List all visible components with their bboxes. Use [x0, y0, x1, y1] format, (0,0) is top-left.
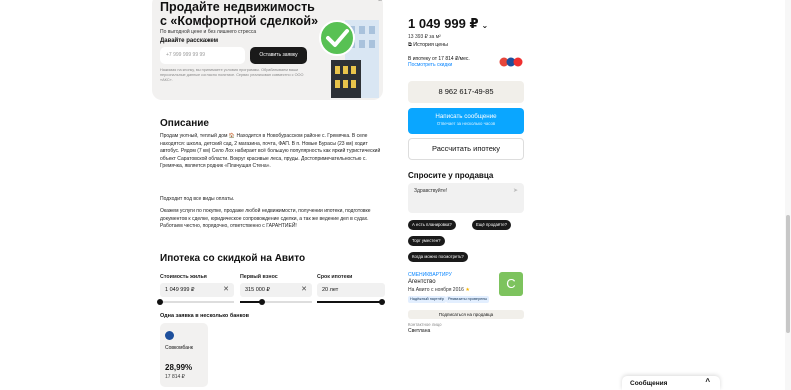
write-message-sublabel: Отвечает за несколько часов: [436, 121, 496, 126]
bank-logos-icon: [499, 57, 523, 67]
calculate-mortgage-button[interactable]: Рассчитать ипотеку: [408, 138, 524, 160]
down-payment-field-value: 315 000 ₽: [245, 287, 270, 293]
down-payment-field[interactable]: 315 000 ₽ ✕: [240, 283, 312, 297]
promo-banner: Продайте недвижимость с «Комфортной сдел…: [152, 0, 383, 100]
bank-rate: 28,99%: [165, 363, 193, 372]
seller-type: Агентство: [408, 279, 436, 285]
promo-subtitle: По выгодной цене и без лишнего стресса: [160, 29, 257, 35]
close-icon[interactable]: ×: [378, 0, 382, 4]
bank-card[interactable]: Совкомбанк 28,99% 17 814 ₽: [160, 323, 208, 387]
price-value: 1 049 999 ₽: [408, 16, 479, 31]
scrollbar-thumb[interactable]: [786, 215, 790, 333]
mortgage-discount-link[interactable]: Посмотреть скидки: [408, 62, 452, 68]
show-phone-button[interactable]: 8 962 617-49-85: [408, 81, 524, 103]
price[interactable]: 1 049 999 ₽ ⌄: [408, 16, 488, 32]
description-paragraph-3: Окажем услуги по покупке, продаже любой …: [160, 208, 371, 230]
description-paragraph-2: Подходит под все виды оплаты.: [160, 196, 235, 202]
price-slider-handle[interactable]: [157, 298, 163, 305]
term-field[interactable]: 20 лет: [317, 283, 385, 297]
description-paragraph-1: Продам уютный, теплый дом 🏠 Находится в …: [160, 133, 381, 170]
messages-label: Сообщения: [630, 380, 668, 387]
clear-icon[interactable]: ✕: [223, 283, 229, 297]
price-history-link[interactable]: ⧉ История цены: [408, 42, 448, 49]
seller-since-text: На Авито с ноября 2016: [408, 287, 464, 293]
banks-title: Одна заявка в несколько банков: [160, 313, 250, 319]
quick-question-chip[interactable]: Ещё продаёте?: [472, 220, 511, 230]
price-history-label: История цены: [413, 42, 448, 48]
seller-avatar[interactable]: С: [499, 272, 523, 296]
listing-page: Продайте недвижимость с «Комфортной сдел…: [0, 0, 791, 390]
price-slider[interactable]: [157, 298, 234, 305]
down-payment-slider-handle[interactable]: [258, 298, 265, 305]
chevron-up-icon[interactable]: ^: [705, 377, 710, 386]
quick-question-chip[interactable]: Торг уместен?: [408, 236, 445, 246]
trusted-partner-badge: Надёжный партнёр: [408, 296, 446, 303]
bank-name: Совкомбанк: [165, 345, 193, 351]
promo-legal-text: Нажимая на кнопку, вы принимаете условия…: [160, 68, 304, 82]
seller-since: На Авито с ноября 2016 ★: [408, 287, 470, 293]
mortgage-calculator-title: Ипотека со скидкой на Авито: [160, 253, 306, 264]
bank-logo-icon: [165, 331, 174, 340]
description-title: Описание: [160, 118, 209, 129]
price-field[interactable]: 1 049 999 ₽ ✕: [160, 283, 234, 297]
term-slider-handle[interactable]: [378, 298, 385, 305]
verified-badge: Реквизиты проверены: [446, 296, 490, 303]
bank-payment: 17 814 ₽: [165, 374, 185, 380]
house-check-illustration: [319, 20, 379, 98]
star-icon: ★: [465, 287, 470, 293]
promo-title: Продайте недвижимость с «Комфортной сдел…: [160, 0, 319, 28]
term-slider-fill: [317, 301, 382, 303]
send-icon[interactable]: ➤: [513, 187, 518, 194]
quick-question-chip[interactable]: Когда можно посмотреть?: [408, 252, 468, 262]
contact-person-name: Светлана: [408, 328, 431, 334]
down-payment-slider[interactable]: [240, 298, 312, 305]
price-label: Стоимость жилья: [160, 274, 207, 280]
messages-widget[interactable]: Сообщения ^: [622, 376, 720, 390]
contact-person-label: Контактное лицо: [408, 322, 442, 327]
price-field-value: 1 049 999 ₽: [165, 287, 195, 293]
term-label: Срок ипотеки: [317, 274, 353, 280]
subscribe-seller-button[interactable]: Подписаться на продавца: [408, 310, 524, 319]
ask-seller-title: Спросите у продавца: [408, 171, 494, 180]
promo-submit-button[interactable]: Оставить заявку: [250, 47, 307, 64]
chevron-down-icon[interactable]: ⌄: [482, 21, 489, 30]
ask-seller-text: Здравствуйте!: [414, 188, 448, 194]
write-message-button[interactable]: Написать сообщение Отвечает за несколько…: [408, 108, 524, 134]
term-slider[interactable]: [317, 298, 385, 305]
write-message-label: Написать сообщение: [435, 113, 497, 120]
chart-icon: ⧉: [408, 42, 412, 48]
ask-seller-input[interactable]: Здравствуйте! ➤: [408, 183, 524, 213]
quick-question-chip[interactable]: А есть планировка?: [408, 220, 456, 230]
price-per-m2: 13 393 ₽ за м²: [408, 34, 441, 40]
down-payment-label: Первый взнос: [240, 274, 278, 280]
promo-phone-input[interactable]: +7 999 999 99 99: [160, 47, 245, 64]
clear-icon[interactable]: ✕: [301, 283, 307, 297]
term-field-value: 20 лет: [322, 287, 339, 293]
page-scrollbar[interactable]: [785, 0, 791, 390]
seller-name-link[interactable]: СМЕНИКВАРТИРУ: [408, 272, 452, 278]
promo-cta: Давайте расскажем: [160, 38, 219, 44]
